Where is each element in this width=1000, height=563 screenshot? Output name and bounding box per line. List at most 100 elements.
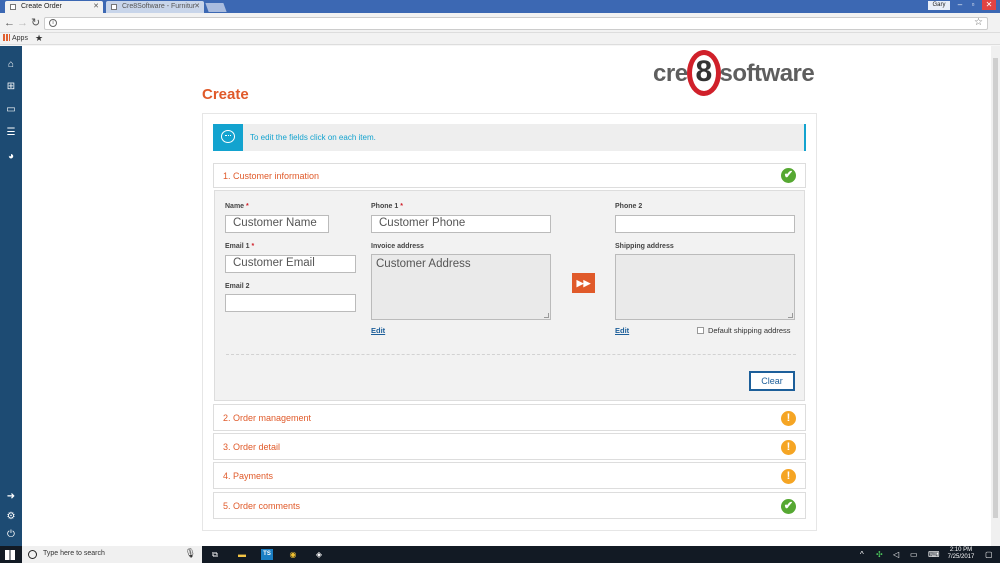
edit-shipping-link[interactable]: Edit xyxy=(615,326,629,335)
section-payments[interactable]: 4. Payments ! xyxy=(213,462,806,489)
invoice-address-text: Customer Address xyxy=(376,258,471,270)
laptop-icon[interactable]: ▭ xyxy=(3,103,19,117)
logo-eight: 8 xyxy=(686,50,721,96)
cortana-icon xyxy=(28,550,37,559)
close-tab-icon[interactable]: ✕ xyxy=(194,1,200,13)
logo-text-left: cre xyxy=(653,60,688,87)
search-placeholder: Type here to search xyxy=(43,550,105,557)
phone2-input[interactable] xyxy=(615,215,795,233)
bookmarks-bar: Apps ★ xyxy=(0,33,1000,45)
windows-taskbar: Type here to search 🎙 ⧉ ▬ TS ◉ ◈ ^ ✣ ◁ ▭… xyxy=(0,546,1000,563)
warning-circle-icon: ! xyxy=(781,440,796,455)
apps-label: Apps xyxy=(12,35,28,42)
tab-create-order[interactable]: Create Order ✕ xyxy=(5,1,103,13)
new-tab-button[interactable] xyxy=(205,3,227,12)
cre8software-logo: cre 8 software xyxy=(653,50,815,97)
profile-button[interactable]: Gary xyxy=(928,1,950,10)
browser-tab-bar: Create Order ✕ Cre8Software - Furnitur ✕… xyxy=(0,0,1000,13)
email1-input[interactable]: Customer Email xyxy=(225,255,356,273)
tray-chevron-icon[interactable]: ^ xyxy=(860,550,864,559)
shipping-address-label: Shipping address xyxy=(615,243,674,250)
page-icon xyxy=(111,4,117,10)
section-order-comments[interactable]: 5. Order comments ✔ xyxy=(213,492,806,519)
network-icon[interactable]: ▭ xyxy=(910,550,918,559)
phone1-input[interactable]: Customer Phone xyxy=(371,215,551,233)
check-circle-icon: ✔ xyxy=(781,168,796,183)
keyboard-icon[interactable]: ⌨ xyxy=(928,550,940,559)
check-circle-icon: ✔ xyxy=(781,499,796,514)
phone2-label: Phone 2 xyxy=(615,203,643,210)
task-view-icon[interactable]: ⧉ xyxy=(209,549,221,560)
ts-app-icon[interactable]: TS xyxy=(261,549,273,560)
section-label: 3. Order detail xyxy=(223,442,281,452)
warning-circle-icon: ! xyxy=(781,411,796,426)
notice-text: To edit the fields click on each item. xyxy=(250,133,376,142)
taskbar-clock[interactable]: 2:10 PM 7/25/2017 xyxy=(944,547,978,561)
taskbar-search[interactable]: Type here to search 🎙 xyxy=(22,546,202,563)
add-box-icon[interactable]: ⊞ xyxy=(3,80,19,94)
default-shipping-checkbox[interactable] xyxy=(697,327,704,334)
section-label: 4. Payments xyxy=(223,471,274,481)
invoice-address-textarea[interactable]: Customer Address xyxy=(371,254,551,320)
bookmark-star-icon[interactable]: ★ xyxy=(35,33,43,44)
section-order-management[interactable]: 2. Order management ! xyxy=(213,404,806,431)
dashboard-icon[interactable]: ◕ xyxy=(3,150,19,164)
fast-forward-icon: ▶▶ xyxy=(576,278,591,288)
default-shipping-label: Default shipping address xyxy=(708,326,791,335)
email1-label: Email 1 * xyxy=(225,243,255,250)
forward-arrow-icon[interactable]: → xyxy=(17,17,28,29)
info-icon[interactable]: i xyxy=(49,19,57,27)
gear-icon[interactable]: ⚙ xyxy=(3,510,19,524)
tab-title: Create Order xyxy=(21,3,62,10)
maximize-icon[interactable]: ▫ xyxy=(967,0,979,10)
tab-title: Cre8Software - Furnitur xyxy=(122,3,196,10)
clock-date: 7/25/2017 xyxy=(947,554,975,560)
email2-input[interactable] xyxy=(225,294,356,312)
tab-cre8software[interactable]: Cre8Software - Furnitur ✕ xyxy=(106,1,204,13)
page-scrollbar[interactable] xyxy=(991,46,1000,546)
microphone-icon[interactable]: 🎙 xyxy=(185,548,196,559)
close-window-icon[interactable]: ✕ xyxy=(982,0,996,10)
logout-arrow-icon[interactable]: ➜ xyxy=(3,490,19,504)
tray-app-icon[interactable]: ✣ xyxy=(876,550,883,559)
copy-address-button[interactable]: ▶▶ xyxy=(572,273,595,293)
apps-grid-icon xyxy=(3,34,10,41)
email2-label: Email 2 xyxy=(225,283,250,290)
home-icon[interactable]: ⌂ xyxy=(3,58,19,72)
bookmark-star-icon[interactable]: ☆ xyxy=(974,17,983,28)
minimize-icon[interactable]: – xyxy=(954,0,966,10)
clear-button[interactable]: Clear xyxy=(749,371,795,391)
chrome-icon[interactable]: ◉ xyxy=(287,549,299,560)
section-order-detail[interactable]: 3. Order detail ! xyxy=(213,433,806,460)
notifications-icon[interactable]: ▢ xyxy=(985,550,993,559)
section-label: 5. Order comments xyxy=(223,501,301,511)
info-notice: To edit the fields click on each item. xyxy=(213,124,806,151)
name-input[interactable]: Customer Name xyxy=(225,215,329,233)
address-bar[interactable]: i ☆ xyxy=(44,17,988,30)
resize-grip-icon[interactable] xyxy=(788,313,793,318)
close-tab-icon[interactable]: ✕ xyxy=(93,1,99,13)
power-icon[interactable]: ⏻ xyxy=(3,528,19,542)
panel-divider xyxy=(226,354,796,355)
clock-time: 2:10 PM xyxy=(949,547,973,553)
edit-invoice-link[interactable]: Edit xyxy=(371,326,385,335)
reload-icon[interactable]: ↻ xyxy=(31,17,40,29)
name-label: Name * xyxy=(225,203,249,210)
browser-toolbar: ← → ↻ i ☆ xyxy=(0,13,1000,33)
phone1-label: Phone 1 * xyxy=(371,203,403,210)
warning-circle-icon: ! xyxy=(781,469,796,484)
resize-grip-icon[interactable] xyxy=(544,313,549,318)
back-arrow-icon[interactable]: ← xyxy=(4,17,15,29)
app-icon[interactable]: ◈ xyxy=(313,549,325,560)
windows-start-icon[interactable] xyxy=(5,550,15,560)
apps-bookmark[interactable]: Apps xyxy=(3,34,28,44)
section-customer-information[interactable]: 1. Customer information ✔ xyxy=(213,163,806,188)
shipping-address-textarea[interactable] xyxy=(615,254,795,320)
volume-icon[interactable]: ◁ xyxy=(893,550,899,559)
scrollbar-thumb[interactable] xyxy=(993,58,998,518)
file-explorer-icon[interactable]: ▬ xyxy=(236,549,248,560)
section-label: 2. Order management xyxy=(223,413,312,423)
app-sidebar: ⌂ ⊞ ▭ ☰ ◕ ➜ ⚙ ⏻ xyxy=(0,46,22,546)
list-icon[interactable]: ☰ xyxy=(3,126,19,140)
page-icon xyxy=(10,4,16,10)
